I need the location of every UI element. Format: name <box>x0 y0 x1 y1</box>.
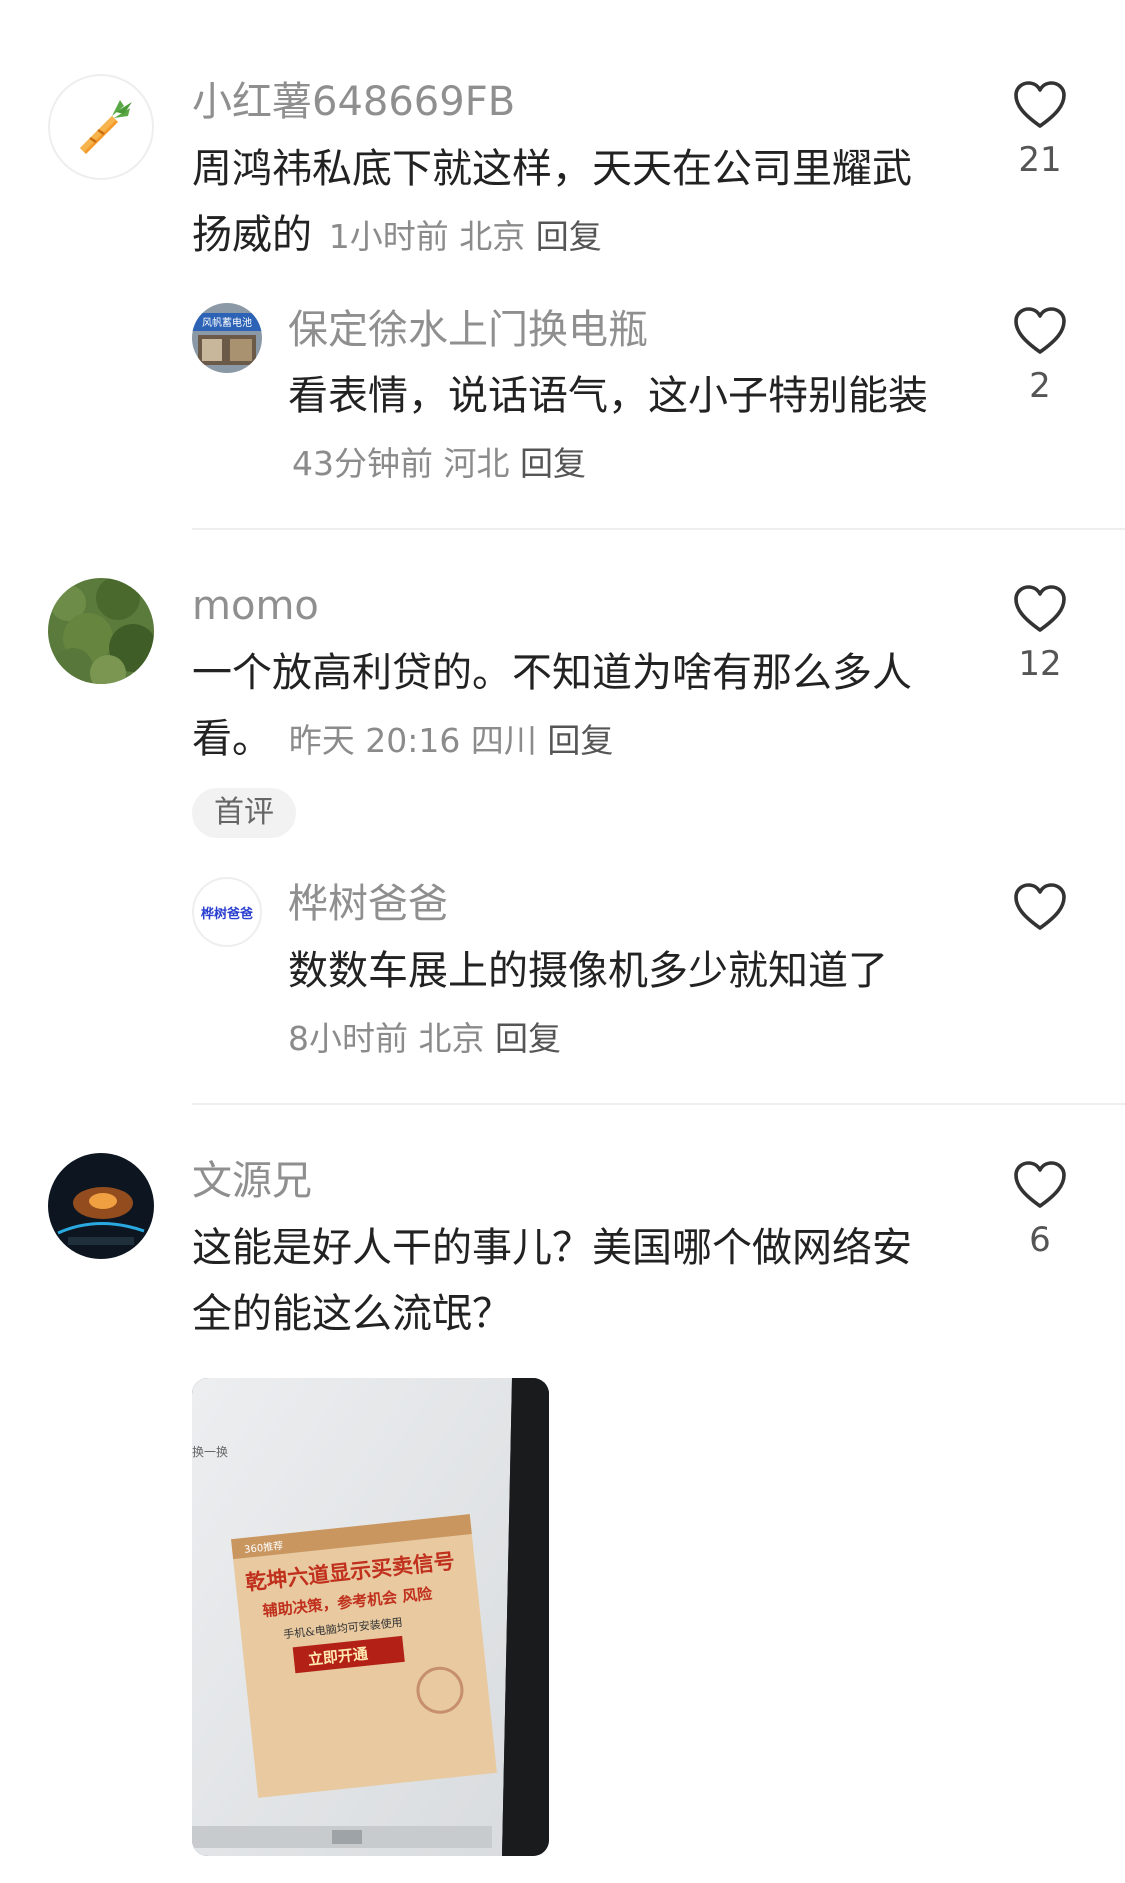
reply-button[interactable]: 回复 <box>547 721 613 760</box>
text-avatar-icon: 桦树爸爸 <box>201 906 253 922</box>
carrot-icon <box>80 100 132 154</box>
like-button[interactable]: 6 <box>1005 1160 1075 1260</box>
avatar-text: 桦树爸爸 <box>201 906 253 922</box>
heart-icon <box>1014 307 1066 354</box>
forest-avatar-icon <box>48 578 154 684</box>
like-count: 2 <box>1029 366 1051 406</box>
like-count: 12 <box>1018 644 1062 684</box>
comment-username[interactable]: 文源兄 <box>192 1157 312 1205</box>
like-button[interactable]: 21 <box>1005 80 1075 180</box>
comment-location: 四川 <box>470 721 537 760</box>
comment-text: 这能是好人干的事儿？美国哪个做网络安全的能这么流氓？ <box>192 1225 912 1337</box>
reply-button[interactable]: 回复 <box>520 444 586 483</box>
avatar[interactable]: 风帆蓄电池 <box>192 303 262 373</box>
reply-body: 看表情，说话语气，这小子特别能装 <box>288 373 928 419</box>
comment-text: 一个放高利贷的。不知道为啥有那么多人看。 昨天 20:16 四川 回复 <box>192 640 932 774</box>
heart-icon <box>1014 1161 1066 1208</box>
avatar[interactable] <box>48 74 154 180</box>
reply-location: 北京 <box>418 1019 485 1058</box>
avatar[interactable]: 桦树爸爸 <box>192 877 262 947</box>
comment-time: 1小时前 <box>328 217 449 256</box>
comment-username[interactable]: 小红薯648669FB <box>192 78 515 126</box>
reply-location: 河北 <box>443 444 510 483</box>
comment-image[interactable]: 换一换 360推荐 乾坤六道显示买卖信号 辅助决策，参考机会 风险 手机&电脑均… <box>192 1378 549 1856</box>
reply-body: 数数车展上的摄像机多少就知道了 <box>288 948 888 994</box>
reply-button[interactable]: 回复 <box>536 217 602 256</box>
divider <box>192 528 1125 530</box>
photo-content: 换一换 360推荐 乾坤六道显示买卖信号 辅助决策，参考机会 风险 手机&电脑均… <box>192 1378 549 1856</box>
comment-username[interactable]: momo <box>192 582 319 630</box>
reply-username[interactable]: 桦树爸爸 <box>288 880 448 928</box>
like-button[interactable] <box>1005 882 1075 932</box>
shop-sign-text: 风帆蓄电池 <box>202 316 252 329</box>
first-comment-badge: 首评 <box>192 788 296 838</box>
like-count: 6 <box>1029 1220 1051 1260</box>
heart-icon <box>1014 883 1066 930</box>
avatar[interactable] <box>48 578 154 684</box>
photo-corner-text: 换一换 <box>192 1445 228 1459</box>
shop-avatar-icon: 风帆蓄电池 <box>192 303 262 373</box>
reply-text: 看表情，说话语气，这小子特别能装 43分钟前 河北 回复 <box>288 363 948 497</box>
reply-username[interactable]: 保定徐水上门换电瓶 <box>288 306 648 354</box>
reply-time: 8小时前 <box>288 1019 408 1058</box>
comment-time: 昨天 20:16 <box>288 721 461 760</box>
like-count: 21 <box>1018 140 1062 180</box>
reply-time: 43分钟前 <box>292 444 433 483</box>
reply-text: 数数车展上的摄像机多少就知道了 8小时前 北京 回复 <box>288 938 948 1072</box>
avatar[interactable] <box>48 1153 154 1259</box>
car-night-avatar-icon <box>48 1153 154 1259</box>
like-button[interactable]: 12 <box>1005 584 1075 684</box>
comment-location: 北京 <box>459 217 526 256</box>
heart-icon <box>1014 585 1066 632</box>
divider <box>192 1103 1125 1105</box>
heart-icon <box>1014 81 1066 128</box>
comment-text: 周鸿祎私底下就这样，天天在公司里耀武扬威的 1小时前 北京 回复 <box>192 136 932 270</box>
reply-button[interactable]: 回复 <box>495 1019 561 1058</box>
like-button[interactable]: 2 <box>1005 306 1075 406</box>
